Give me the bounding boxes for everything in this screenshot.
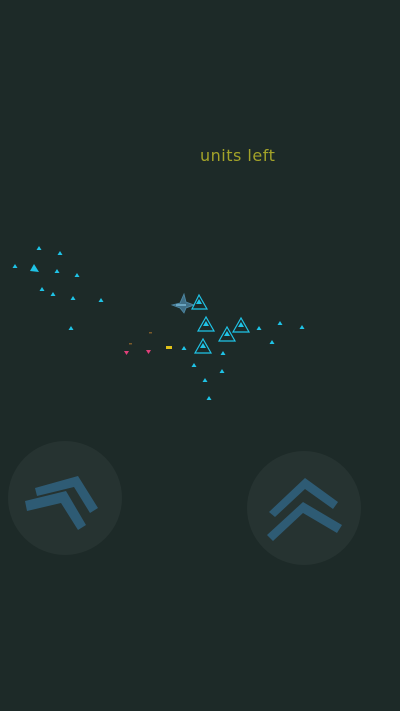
friendly-unit — [70, 296, 76, 300]
friendly-unit — [206, 396, 212, 400]
projectile — [166, 346, 172, 349]
enemy-unit — [124, 351, 129, 355]
player-ship — [170, 292, 196, 314]
enemy-unit — [146, 350, 151, 354]
friendly-unit — [74, 273, 80, 277]
turret-unit — [231, 316, 251, 333]
friendly-unit — [54, 269, 60, 273]
right-joystick[interactable] — [247, 451, 361, 565]
friendly-unit — [181, 346, 187, 350]
friendly-unit — [50, 292, 56, 296]
friendly-unit — [98, 298, 104, 302]
enemy-units — [124, 332, 152, 355]
turret-unit — [196, 315, 216, 332]
left-joystick[interactable] — [8, 441, 122, 555]
game-stage[interactable]: units left — [0, 0, 400, 711]
friendly-unit — [68, 326, 74, 330]
friendly-unit — [219, 369, 225, 373]
friendly-swarm-right — [181, 321, 305, 400]
friendly-unit — [12, 264, 18, 268]
chevron-up-icon — [267, 478, 342, 541]
turret-unit — [217, 325, 237, 342]
friendly-unit — [39, 287, 45, 291]
friendly-turrets — [191, 293, 251, 354]
friendly-unit — [36, 246, 42, 250]
enemy-debris — [129, 343, 132, 345]
enemy-debris — [149, 332, 152, 334]
friendly-unit — [202, 378, 208, 382]
friendly-unit — [57, 251, 63, 255]
friendly-unit — [191, 363, 197, 367]
friendly-unit — [269, 340, 275, 344]
friendly-swarm-left — [12, 246, 104, 330]
battlefield — [12, 246, 305, 400]
friendly-unit-leader — [30, 264, 39, 272]
friendly-unit — [220, 351, 226, 355]
friendly-unit — [256, 326, 262, 330]
friendly-unit — [299, 325, 305, 329]
friendly-unit — [277, 321, 283, 325]
turret-unit — [191, 293, 209, 310]
chevron-left-icon — [25, 476, 98, 530]
turret-unit — [193, 337, 213, 354]
